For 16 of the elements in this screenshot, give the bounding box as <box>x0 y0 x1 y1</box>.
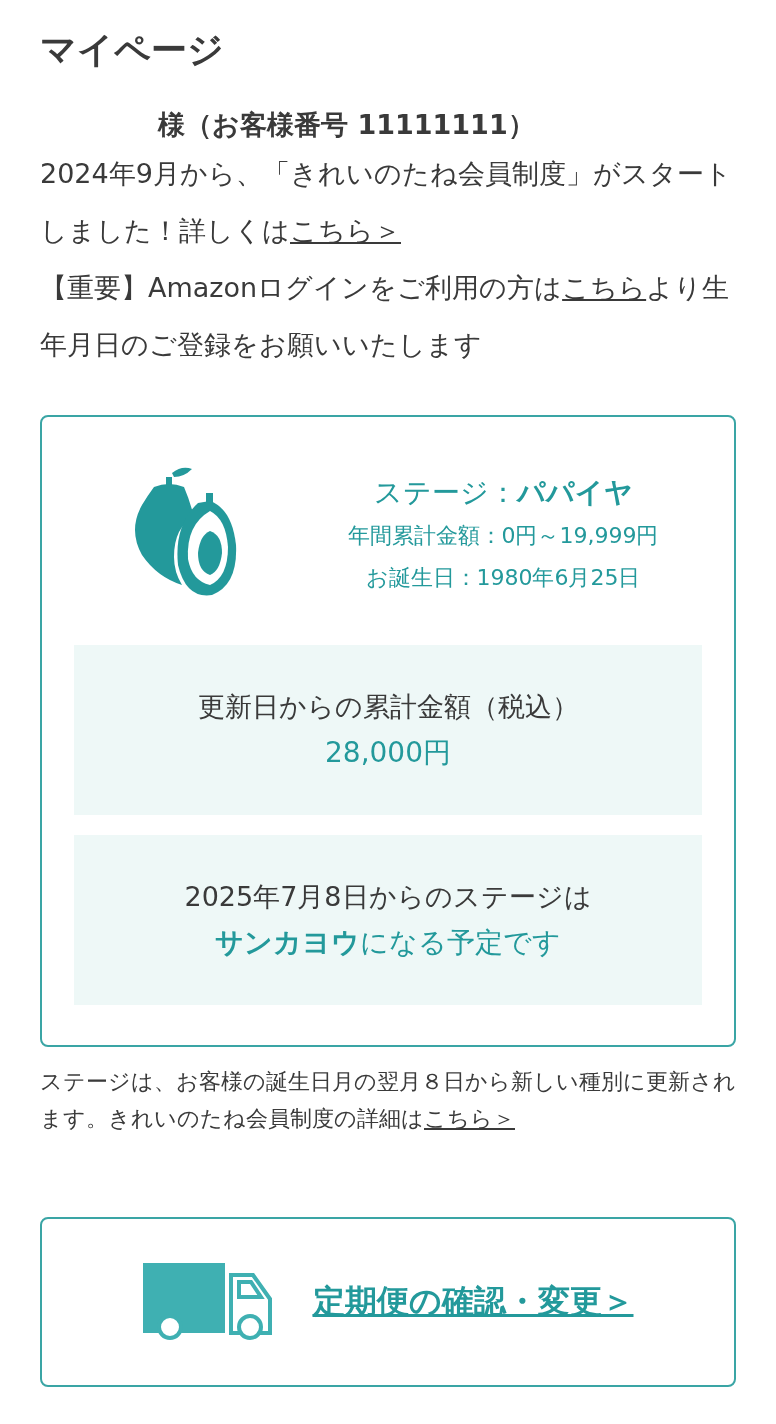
link[interactable]: こちら <box>562 272 647 303</box>
cumulative-label: 更新日からの累計金額（税込） <box>197 690 579 724</box>
customer-number: 様（お客様番号 11111111） <box>156 108 536 142</box>
next-stage-date: 2025年7月8日からのステージは <box>184 880 592 914</box>
annual-range: 年間累計金額：0円～19,999円 <box>347 522 659 550</box>
truck-icon <box>142 1263 273 1341</box>
birthday: お誕生日：1980年6月25日 <box>365 564 641 592</box>
notice-text: 【重要】Amazonログインをご利用の方は こちら より生年月日のご登録をお願いいたします <box>40 271 731 362</box>
cumulative-amount: 28,000円 <box>325 735 451 771</box>
link[interactable]: こちら＞ <box>424 1106 515 1131</box>
next-stage-name: サンカヨウになる予定です <box>215 925 561 961</box>
link[interactable]: こちら＞ <box>290 215 401 246</box>
stage-name: ステージ：パパイヤ <box>373 475 633 511</box>
page-title: マイページ <box>40 28 225 72</box>
notice-text: 2024年9月から、「きれいのたね会員制度」がスタートしました！詳しくは こちら＞ <box>40 157 733 248</box>
stage-note: ステージは、お客様の誕生日月の翌月８日から新しい種別に更新されます。きれいのたね会員制度の詳細は こちら＞ <box>40 1068 736 1133</box>
